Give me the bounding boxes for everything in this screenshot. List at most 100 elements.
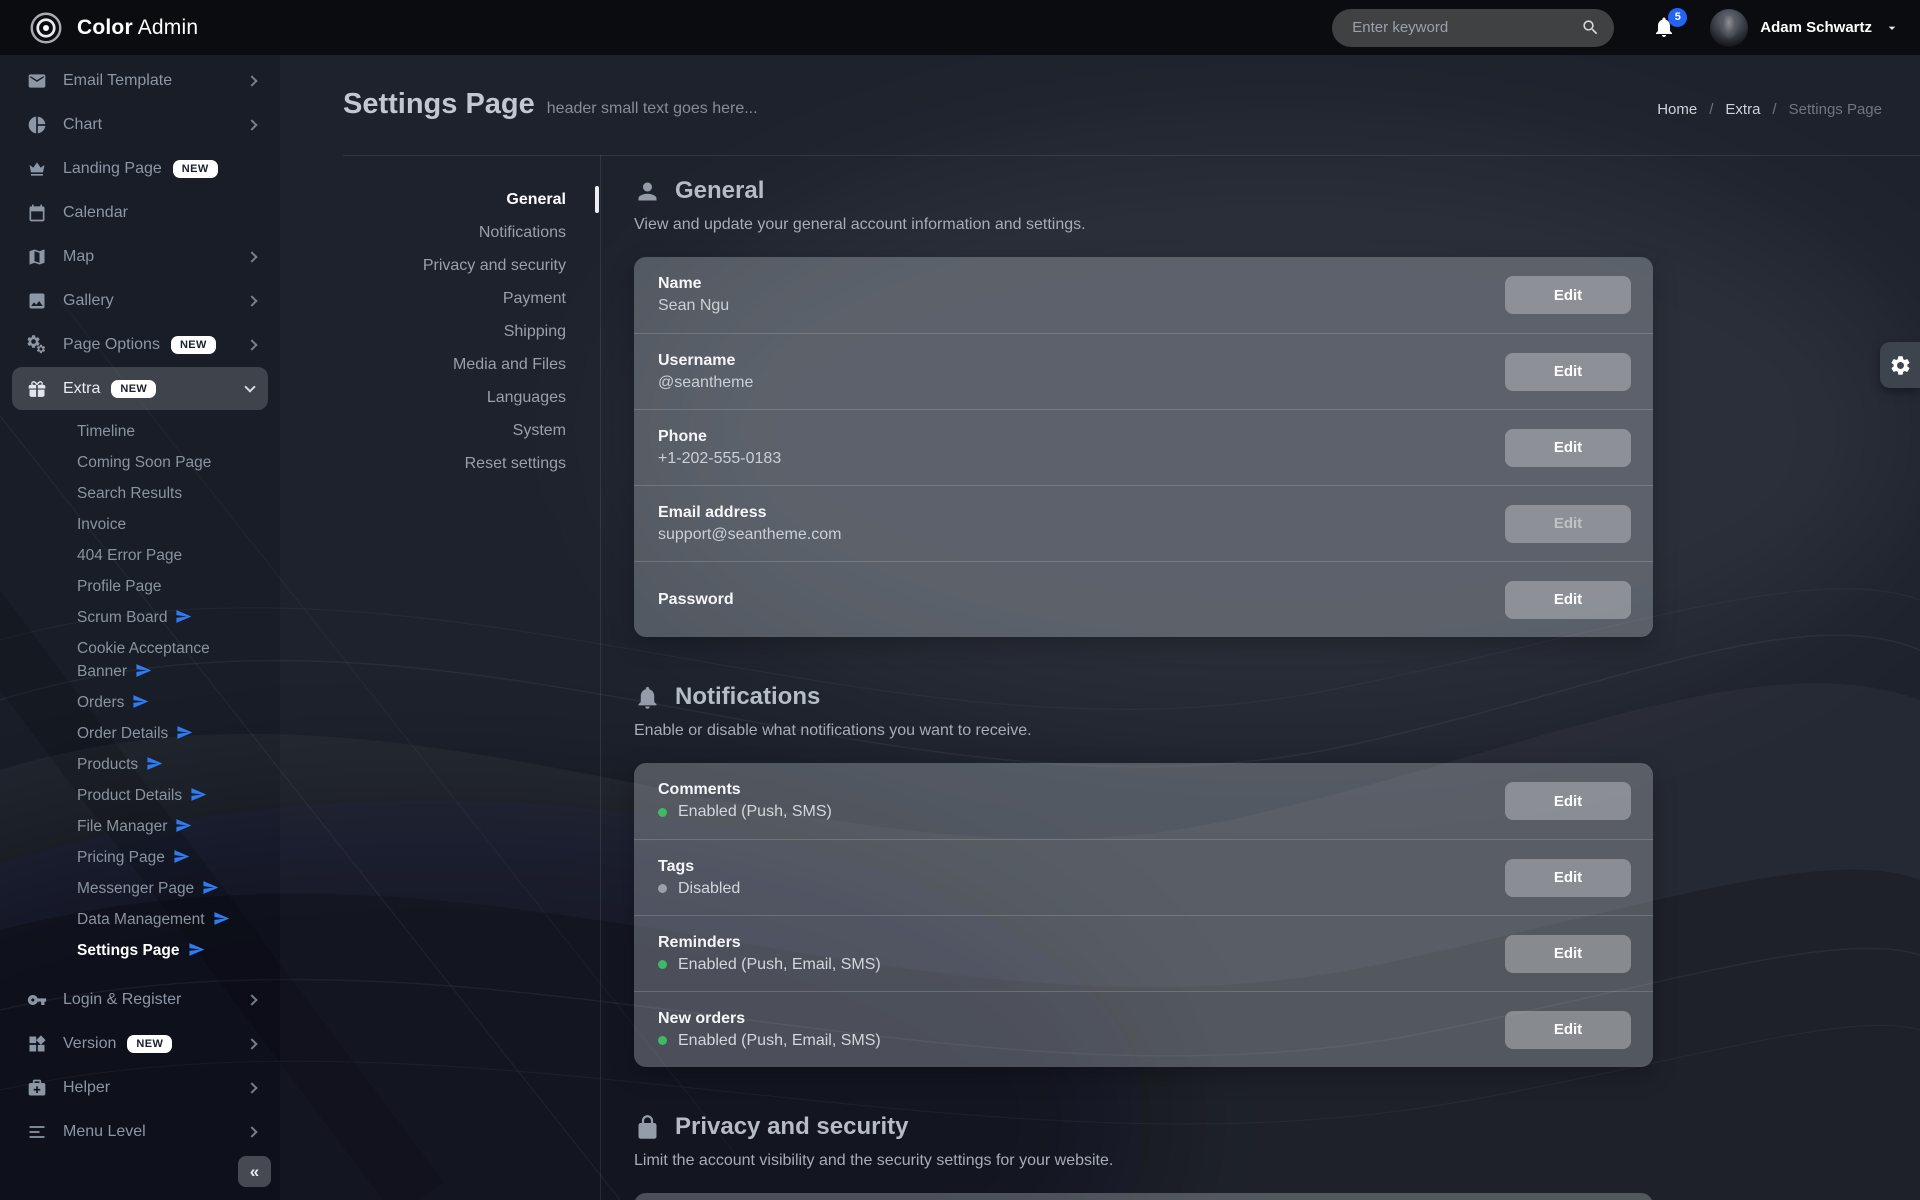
submenu-item-messenger-page[interactable]: Messenger Page xyxy=(0,873,280,904)
sidebar-item-landing-page[interactable]: Landing Page NEW xyxy=(0,147,280,191)
sidebar-collapse-button[interactable]: « xyxy=(238,1156,271,1187)
user-menu[interactable]: Adam Schwartz xyxy=(1710,9,1900,47)
sidebar-item-label: Landing Page xyxy=(63,160,162,178)
submenu-item-profile-page[interactable]: Profile Page xyxy=(0,571,280,602)
paper-plane-icon xyxy=(173,848,190,865)
submenu-item-product-details[interactable]: Product Details xyxy=(0,780,280,811)
image-icon xyxy=(27,291,47,311)
sidebar-item-label: Extra xyxy=(63,380,100,398)
section-title: Notifications xyxy=(675,683,820,711)
submenu-item-cookie-acceptance-banner[interactable]: Cookie Acceptance Banner xyxy=(0,633,280,687)
settings-nav-payment[interactable]: Payment xyxy=(343,282,600,315)
list-icon xyxy=(27,1122,47,1142)
edit-comments-button[interactable]: Edit xyxy=(1505,782,1631,820)
notification-row-new-orders: New orders Enabled (Push, Email, SMS) Ed… xyxy=(634,991,1653,1067)
submenu-item-search-results[interactable]: Search Results xyxy=(0,478,280,509)
enabled-status-dot xyxy=(658,960,667,969)
sidebar-item-gallery[interactable]: Gallery xyxy=(0,279,280,323)
chevron-right-icon xyxy=(246,994,257,1005)
app-logo[interactable]: Color Admin xyxy=(0,10,198,46)
submenu-item-orders[interactable]: Orders xyxy=(0,687,280,718)
lock-icon xyxy=(634,1114,661,1141)
submenu-item-pricing-page[interactable]: Pricing Page xyxy=(0,842,280,873)
sidebar-item-email-template[interactable]: Email Template xyxy=(0,59,280,103)
status-text: Disabled xyxy=(678,880,740,898)
new-badge: NEW xyxy=(171,336,216,354)
theme-settings-button[interactable] xyxy=(1880,342,1920,388)
setting-row-name: Name Sean Ngu Edit xyxy=(634,257,1653,333)
logo-target-icon xyxy=(28,10,64,46)
settings-nav-notifications[interactable]: Notifications xyxy=(343,216,600,249)
breadcrumb-extra[interactable]: Extra xyxy=(1725,101,1760,118)
breadcrumb-home[interactable]: Home xyxy=(1657,101,1697,118)
submenu-item-settings-page[interactable]: Settings Page xyxy=(0,935,280,966)
sidebar-item-menu-level[interactable]: Menu Level xyxy=(0,1110,280,1154)
user-icon xyxy=(634,178,661,205)
notifications-button[interactable]: 5 xyxy=(1652,15,1678,41)
edit-new-orders-button[interactable]: Edit xyxy=(1505,1011,1631,1049)
sidebar-item-label: Chart xyxy=(63,116,102,134)
privacy-section-header: Privacy and security xyxy=(634,1113,1653,1141)
settings-nav-general[interactable]: General xyxy=(343,183,600,216)
submenu-item-products[interactable]: Products xyxy=(0,749,280,780)
chevron-right-icon xyxy=(246,1082,257,1093)
disabled-status-dot xyxy=(658,884,667,893)
submenu-item-file-manager[interactable]: File Manager xyxy=(0,811,280,842)
enabled-status-dot xyxy=(658,808,667,817)
edit-reminders-button[interactable]: Edit xyxy=(1505,935,1631,973)
medkit-icon xyxy=(27,1078,47,1098)
edit-phone-button[interactable]: Edit xyxy=(1505,429,1631,467)
edit-username-button[interactable]: Edit xyxy=(1505,353,1631,391)
submenu-item-scrum-board[interactable]: Scrum Board xyxy=(0,602,280,633)
setting-row-phone: Phone +1-202-555-0183 Edit xyxy=(634,409,1653,485)
settings-nav-media-and-files[interactable]: Media and Files xyxy=(343,348,600,381)
row-label: Username xyxy=(658,352,1478,370)
submenu-item-coming-soon-page[interactable]: Coming Soon Page xyxy=(0,447,280,478)
bell-icon xyxy=(634,684,661,711)
sidebar-item-chart[interactable]: Chart xyxy=(0,103,280,147)
sidebar-item-page-options[interactable]: Page Options NEW xyxy=(0,323,280,367)
settings-nav-languages[interactable]: Languages xyxy=(343,381,600,414)
sidebar-item-label: Page Options xyxy=(63,336,160,354)
row-label: Comments xyxy=(658,781,1478,799)
sidebar-item-login-register[interactable]: Login & Register xyxy=(0,978,280,1022)
envelope-icon xyxy=(27,71,47,91)
search-icon[interactable] xyxy=(1581,18,1600,37)
submenu-item-data-management[interactable]: Data Management xyxy=(0,904,280,935)
notifications-section-header: Notifications xyxy=(634,683,1653,711)
chevron-right-icon xyxy=(246,295,257,306)
edit-email-button: Edit xyxy=(1505,505,1631,543)
settings-nav: General Notifications Privacy and securi… xyxy=(343,183,600,480)
search-box xyxy=(1332,9,1614,47)
submenu-item-404-error-page[interactable]: 404 Error Page xyxy=(0,540,280,571)
paper-plane-icon xyxy=(135,662,152,679)
sidebar-item-extra[interactable]: Extra NEW xyxy=(12,367,268,410)
sidebar: Email Template Chart Landing Page NEW Ca… xyxy=(0,55,280,1200)
submenu-item-invoice[interactable]: Invoice xyxy=(0,509,280,540)
sidebar-item-map[interactable]: Map xyxy=(0,235,280,279)
notification-row-tags: Tags Disabled Edit xyxy=(634,839,1653,915)
edit-tags-button[interactable]: Edit xyxy=(1505,859,1631,897)
row-value: support@seantheme.com xyxy=(658,526,1478,544)
submenu-item-order-details[interactable]: Order Details xyxy=(0,718,280,749)
settings-nav-system[interactable]: System xyxy=(343,414,600,447)
general-section-header: General xyxy=(634,177,1653,205)
search-input[interactable] xyxy=(1352,19,1581,36)
sidebar-item-calendar[interactable]: Calendar xyxy=(0,191,280,235)
user-name: Adam Schwartz xyxy=(1760,19,1872,36)
gift-icon xyxy=(27,379,47,399)
sidebar-item-version[interactable]: Version NEW xyxy=(0,1022,280,1066)
settings-nav-privacy-and-security[interactable]: Privacy and security xyxy=(343,249,600,282)
chevron-right-icon xyxy=(246,339,257,350)
settings-nav-shipping[interactable]: Shipping xyxy=(343,315,600,348)
row-label: Reminders xyxy=(658,934,1478,952)
sidebar-item-helper[interactable]: Helper xyxy=(0,1066,280,1110)
enabled-status-dot xyxy=(658,1036,667,1045)
submenu-item-timeline[interactable]: Timeline xyxy=(0,416,280,447)
breadcrumb-separator: / xyxy=(1709,101,1713,118)
edit-name-button[interactable]: Edit xyxy=(1505,276,1631,314)
settings-nav-divider xyxy=(600,155,601,1200)
notifications-card: Comments Enabled (Push, SMS) Edit Tags D… xyxy=(634,763,1653,1067)
edit-password-button[interactable]: Edit xyxy=(1505,581,1631,619)
settings-nav-reset-settings[interactable]: Reset settings xyxy=(343,447,600,480)
